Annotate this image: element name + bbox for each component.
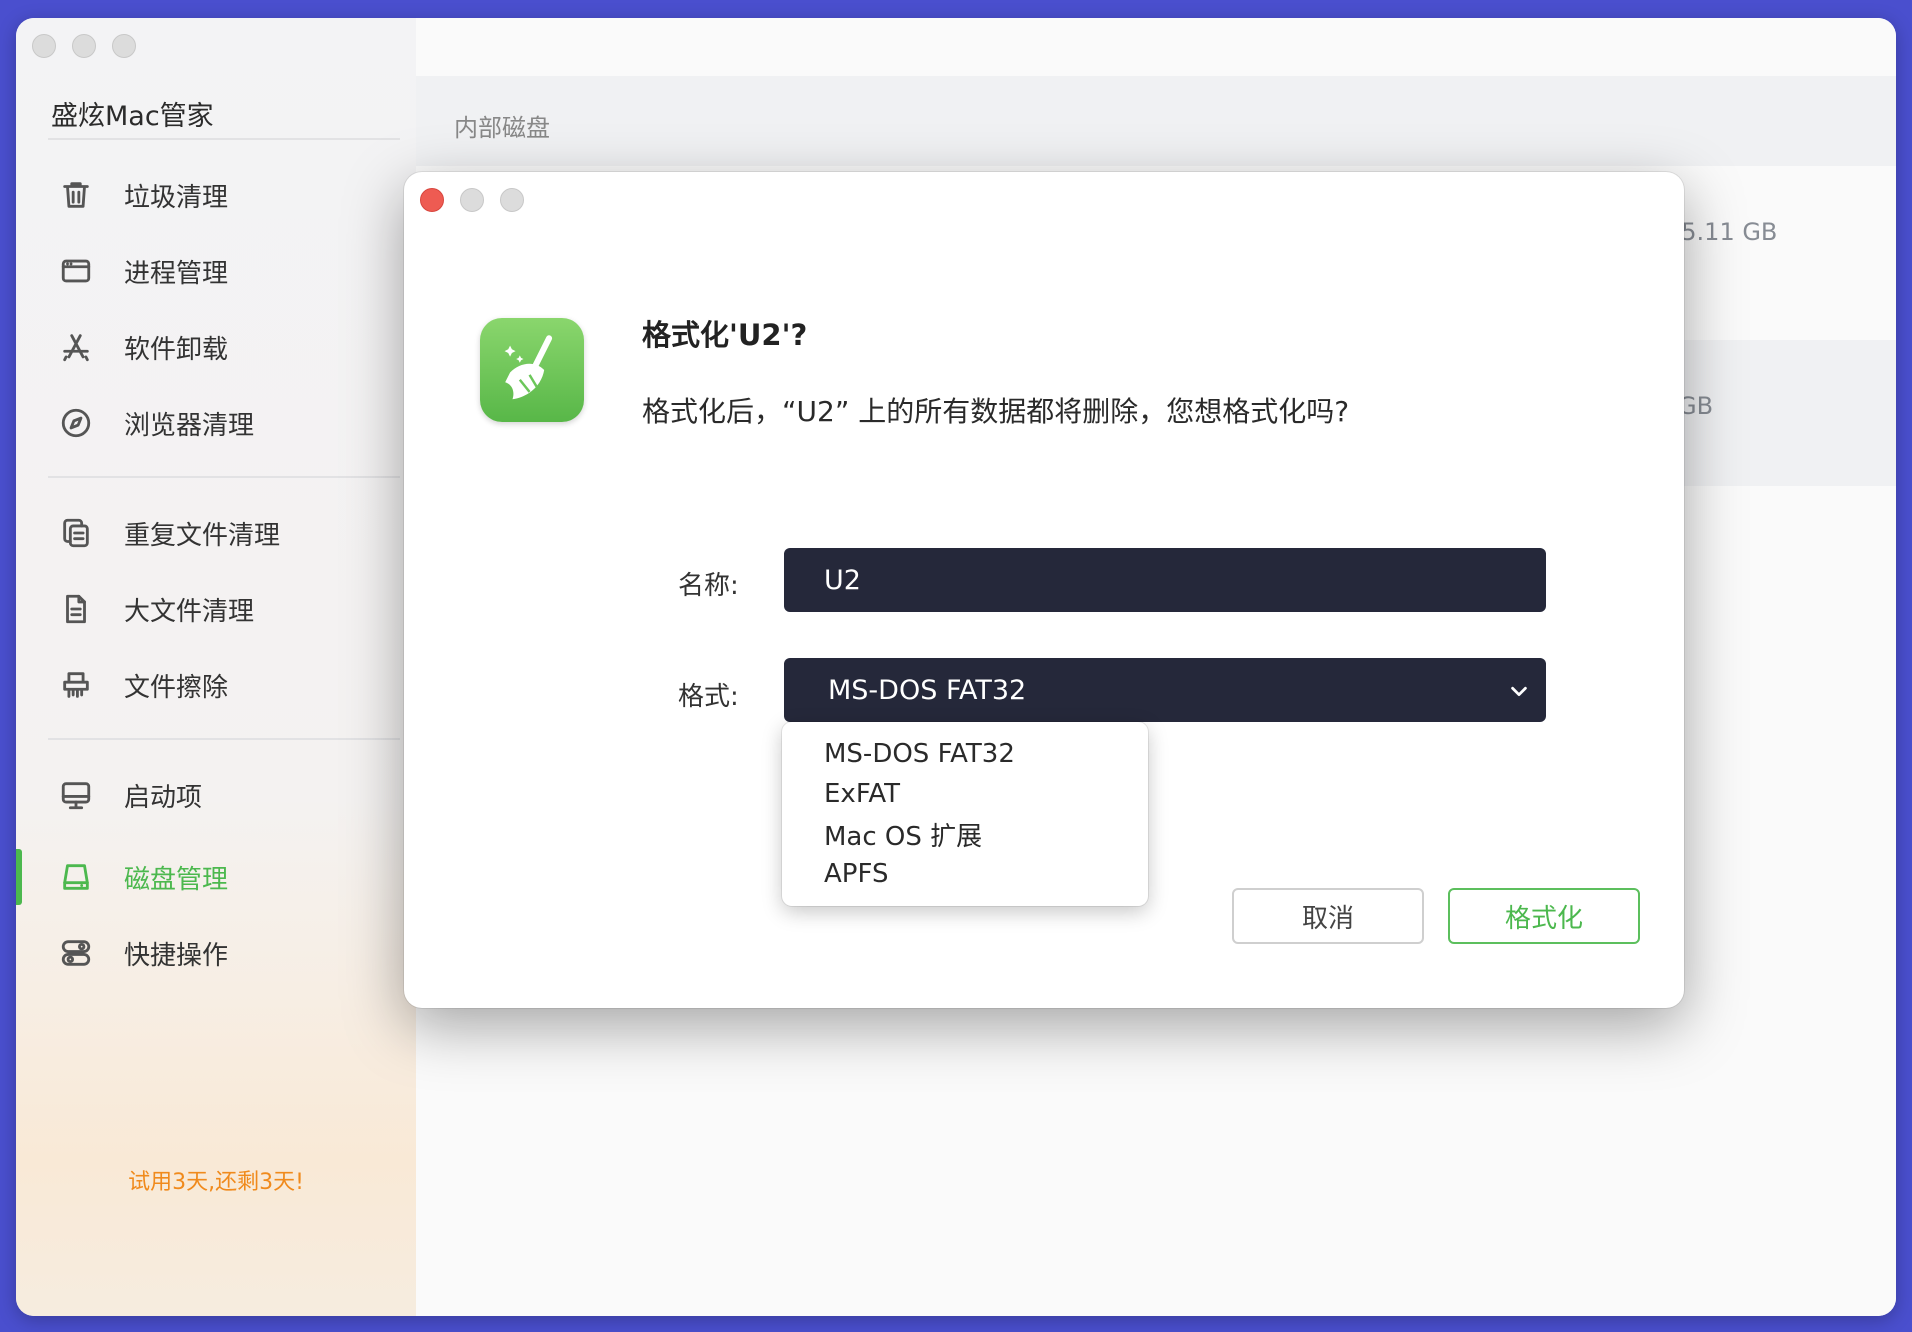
sidebar-item-quick-actions[interactable]: 快捷操作 [16, 922, 416, 984]
format-label: 格式: [678, 682, 739, 712]
toggles-icon [58, 935, 94, 971]
format-option-mac-os-extended[interactable]: Mac OS 扩展 [782, 814, 1148, 854]
cancel-button[interactable]: 取消 [1232, 888, 1424, 944]
app-title: 盛炫Mac管家 [51, 101, 214, 132]
chevron-down-icon [1508, 678, 1530, 700]
sidebar-divider [48, 738, 400, 740]
sidebar-item-label: 重复文件清理 [124, 520, 281, 551]
sidebar-item-browser-cleanup[interactable]: 浏览器清理 [16, 392, 416, 454]
sidebar: 盛炫Mac管家 垃圾清理 进程管理 软件卸载 浏览器清理 重复文件清理 大文件清… [16, 18, 416, 1316]
monitor-icon [58, 777, 94, 813]
duplicate-files-icon [58, 515, 94, 551]
window-controls [32, 34, 136, 58]
sidebar-item-label: 进程管理 [124, 258, 229, 289]
sidebar-item-label: 大文件清理 [124, 596, 255, 627]
format-option-ms-dos-fat32[interactable]: MS-DOS FAT32 [782, 734, 1148, 774]
dialog-window-controls [420, 188, 524, 212]
name-label: 名称: [678, 571, 739, 601]
dialog-title: 格式化'U2'? [642, 318, 808, 352]
dialog-zoom-button[interactable] [500, 188, 524, 212]
disk-icon [58, 859, 94, 895]
minimize-window-button[interactable] [72, 34, 96, 58]
sidebar-divider [48, 476, 400, 478]
trash-icon [58, 177, 94, 213]
window-icon [58, 253, 94, 289]
zoom-window-button[interactable] [112, 34, 136, 58]
close-window-button[interactable] [32, 34, 56, 58]
format-select-value: MS-DOS FAT32 [828, 674, 1027, 706]
app-broom-icon [480, 318, 584, 422]
sidebar-item-label: 启动项 [124, 782, 203, 813]
sidebar-item-junk-cleanup[interactable]: 垃圾清理 [16, 164, 416, 226]
dialog-message: 格式化后，“U2” 上的所有数据都将删除，您想格式化吗? [642, 395, 1350, 428]
sidebar-item-label: 垃圾清理 [124, 182, 229, 213]
format-select[interactable]: MS-DOS FAT32 [784, 658, 1546, 722]
sidebar-item-duplicate-files[interactable]: 重复文件清理 [16, 502, 416, 564]
shredder-icon [58, 667, 94, 703]
compass-icon [58, 405, 94, 441]
sidebar-item-large-files[interactable]: 大文件清理 [16, 578, 416, 640]
sidebar-item-label: 软件卸载 [124, 334, 229, 365]
sidebar-item-label: 文件擦除 [124, 672, 229, 703]
document-icon [58, 591, 94, 627]
sidebar-item-startup-items[interactable]: 启动项 [16, 764, 416, 826]
app-store-icon [58, 329, 94, 365]
sidebar-divider [48, 138, 400, 140]
sidebar-item-file-shredder[interactable]: 文件擦除 [16, 654, 416, 716]
sidebar-item-app-uninstall[interactable]: 软件卸载 [16, 316, 416, 378]
format-option-exfat[interactable]: ExFAT [782, 774, 1148, 814]
sidebar-item-label: 磁盘管理 [124, 864, 229, 895]
dialog-close-button[interactable] [420, 188, 444, 212]
app-window: 盛炫Mac管家 垃圾清理 进程管理 软件卸载 浏览器清理 重复文件清理 大文件清… [16, 18, 1896, 1316]
name-input-value: U2 [824, 564, 861, 596]
trial-notice[interactable]: 试用3天,还剩3天! [16, 1164, 416, 1196]
sidebar-item-process-manager[interactable]: 进程管理 [16, 240, 416, 302]
format-option-apfs[interactable]: APFS [782, 854, 1148, 894]
sidebar-item-label: 浏览器清理 [124, 410, 255, 441]
sidebar-item-label: 快捷操作 [124, 940, 229, 971]
format-button[interactable]: 格式化 [1448, 888, 1640, 944]
sidebar-item-disk-manager[interactable]: 磁盘管理 [16, 846, 416, 908]
format-dialog: 格式化'U2'? 格式化后，“U2” 上的所有数据都将删除，您想格式化吗? 名称… [404, 172, 1684, 1008]
dialog-minimize-button[interactable] [460, 188, 484, 212]
format-dropdown-menu: MS-DOS FAT32 ExFAT Mac OS 扩展 APFS [782, 722, 1148, 906]
name-input[interactable]: U2 [784, 548, 1546, 612]
